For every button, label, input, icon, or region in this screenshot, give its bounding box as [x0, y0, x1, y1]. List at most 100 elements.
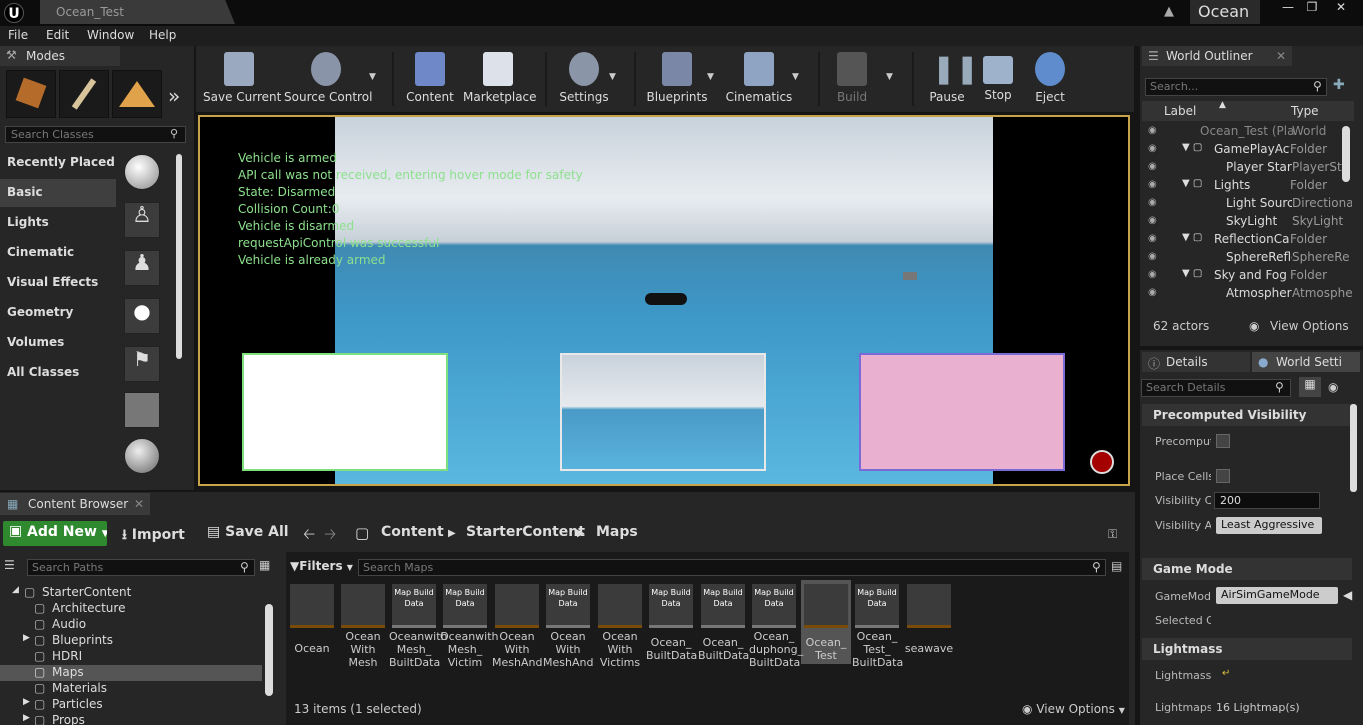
pawn-icon[interactable]: ♟ [124, 250, 160, 286]
outliner-row[interactable]: ◉▼ ▢GamePlayActoFolder [1142, 141, 1354, 159]
forward-arrow-icon[interactable]: 🡢 [324, 524, 336, 549]
empty-actor-sphere-icon[interactable] [124, 154, 160, 190]
visibility-eye-icon[interactable]: ◉ [1148, 161, 1157, 172]
search-paths-input[interactable]: Search Paths [27, 559, 255, 576]
outliner-row[interactable]: ◉ Ocean_Test (Pla World [1142, 123, 1354, 141]
landscape-mode-button[interactable] [112, 70, 162, 118]
visibility-filter-icon[interactable]: ◉ [1328, 380, 1338, 394]
asset-thumbnail[interactable]: Map Build Data [855, 584, 899, 628]
sphere-icon[interactable] [124, 438, 160, 474]
settings-button[interactable]: Settings [551, 48, 617, 108]
visibility-cell-size-input[interactable]: 200 [1214, 492, 1320, 509]
category-visual-effects[interactable]: Visual Effects [0, 269, 116, 297]
tree-scrollbar[interactable] [265, 604, 273, 696]
add-new-button[interactable]: ▣ Add New ▼ [3, 521, 107, 546]
more-modes-chevron-icon[interactable]: » [168, 84, 180, 108]
import-button[interactable]: ⭳ Import [122, 524, 185, 548]
tree-item-props[interactable]: ▶ ▢ Props [0, 713, 262, 725]
asset-thumbnail[interactable] [495, 584, 539, 628]
asset-thumbnail[interactable] [907, 584, 951, 628]
details-scrollbar[interactable] [1350, 404, 1357, 492]
asset-thumbnail[interactable]: Map Build Data [649, 584, 693, 628]
category-lights[interactable]: Lights [0, 209, 116, 237]
world-settings-tab[interactable]: ● World Setti [1252, 352, 1360, 372]
outliner-row[interactable]: ◉ Atmospheri Atmosphe [1142, 285, 1354, 303]
tree-item-audio[interactable]: ▢ Audio [0, 617, 262, 633]
content-button[interactable]: Content [397, 48, 463, 108]
visibility-eye-icon[interactable]: ◉ [1148, 269, 1157, 280]
visibility-eye-icon[interactable]: ◉ [1148, 179, 1157, 190]
outliner-view-options[interactable]: View Options [1270, 319, 1349, 333]
asset-thumbnail-selected[interactable] [804, 584, 848, 628]
unreal-logo-icon[interactable]: U [4, 3, 24, 23]
pause-button[interactable]: ❚❚ Pause [922, 48, 979, 108]
blueprints-dropdown-icon[interactable]: ▼ [707, 72, 714, 82]
modes-tab[interactable]: ⚒ Modes [0, 46, 120, 66]
source-control-icon[interactable]: ▲ [1164, 4, 1180, 20]
tree-item-startercontent[interactable]: ◢ ▢ StarterContent [0, 585, 262, 601]
save-all-button[interactable]: ▤ Save All [207, 524, 289, 540]
cinematics-dropdown-icon[interactable]: ▼ [792, 72, 799, 82]
outliner-scrollbar[interactable] [1342, 126, 1350, 182]
column-type[interactable]: Type [1291, 104, 1319, 118]
close-tab-icon[interactable]: ✕ [134, 497, 144, 511]
asset-thumbnail[interactable] [341, 584, 385, 628]
section-game-mode[interactable]: Game Mode [1142, 558, 1352, 580]
eject-button[interactable]: Eject [1025, 48, 1075, 108]
blueprints-button[interactable]: Blueprints [642, 48, 712, 108]
path-view-options-icon[interactable]: ▦ [259, 558, 270, 572]
breadcrumb-startercontent[interactable]: StarterContent [466, 524, 585, 540]
breadcrumb-content[interactable]: Content [381, 524, 444, 540]
record-button[interactable] [1090, 450, 1114, 474]
details-search-input[interactable]: Search Details [1141, 379, 1291, 397]
restore-icon[interactable]: ❐ [1300, 0, 1324, 14]
minimize-icon[interactable]: — [1276, 0, 1300, 14]
save-current-button[interactable]: Save Current [203, 48, 281, 108]
visibility-aggressiveness-select[interactable]: Least Aggressive [1216, 517, 1322, 534]
search-classes-input[interactable]: Search Classes [5, 126, 186, 143]
asset-thumbnail[interactable]: Map Build Data [443, 584, 487, 628]
category-basic[interactable]: Basic [0, 179, 116, 207]
asset-thumbnail[interactable]: Map Build Data [546, 584, 590, 628]
visibility-eye-icon[interactable]: ◉ [1148, 251, 1157, 262]
asset-thumbnail[interactable]: Map Build Data [701, 584, 745, 628]
save-search-icon[interactable]: ▤ [1111, 559, 1122, 573]
tree-item-particles[interactable]: ▶ ▢ Particles [0, 697, 262, 713]
visibility-eye-icon[interactable]: ◉ [1148, 125, 1157, 136]
source-control-button[interactable]: Source Control [284, 48, 372, 108]
source-control-dropdown-icon[interactable]: ▼ [369, 72, 376, 82]
reset-arrow-icon[interactable]: ◀ [1343, 588, 1352, 602]
category-all-classes[interactable]: All Classes [0, 359, 116, 387]
tree-item-architecture[interactable]: ▢ Architecture [0, 601, 262, 617]
tree-item-maps[interactable]: ▢ Maps [0, 665, 262, 681]
asset-thumbnail[interactable]: Map Build Data [752, 584, 796, 628]
back-arrow-icon[interactable]: 🡠 [303, 524, 315, 549]
build-button[interactable]: Build [822, 48, 882, 108]
asset-thumbnail[interactable] [290, 584, 334, 628]
build-dropdown-icon[interactable]: ▼ [886, 72, 893, 82]
visibility-eye-icon[interactable]: ◉ [1148, 215, 1157, 226]
section-precomputed-visibility[interactable]: Precomputed Visibility [1142, 404, 1352, 426]
settings-dropdown-icon[interactable]: ▼ [609, 72, 616, 82]
asset-thumbnail[interactable]: Map Build Data [392, 584, 436, 628]
property-matrix-icon[interactable]: ▦ [1299, 377, 1321, 397]
point-light-icon[interactable]: ● [124, 298, 160, 334]
precompute-checkbox[interactable] [1216, 434, 1230, 448]
world-outliner-tab[interactable]: ☰ World Outliner ✕ [1142, 46, 1292, 66]
outliner-search-input[interactable]: Search... [1145, 78, 1327, 96]
cinematics-button[interactable]: Cinematics [724, 48, 794, 108]
outliner-row[interactable]: ◉ SkyLight SkyLight [1142, 213, 1354, 231]
outliner-row[interactable]: ◉Light SourceDirectiona [1142, 195, 1354, 213]
category-geometry[interactable]: Geometry [0, 299, 116, 327]
content-browser-tab[interactable]: ▦ Content Browser ✕ [0, 493, 150, 515]
paint-mode-button[interactable] [59, 70, 109, 118]
visibility-eye-icon[interactable]: ◉ [1148, 233, 1157, 244]
tree-item-blueprints[interactable]: ▶ ▢ Blueprints [0, 633, 262, 649]
modes-scrollbar[interactable] [176, 154, 182, 359]
stop-button[interactable]: Stop [973, 48, 1023, 108]
visibility-eye-icon[interactable]: ◉ [1148, 197, 1157, 208]
outliner-row[interactable]: ◉SphereReflecSphereRe [1142, 249, 1354, 267]
lock-icon[interactable]: ⚿ [1108, 527, 1117, 542]
category-cinematic[interactable]: Cinematic [0, 239, 116, 267]
asset-view-options[interactable]: ◉ View Options ▼ [1022, 702, 1125, 716]
